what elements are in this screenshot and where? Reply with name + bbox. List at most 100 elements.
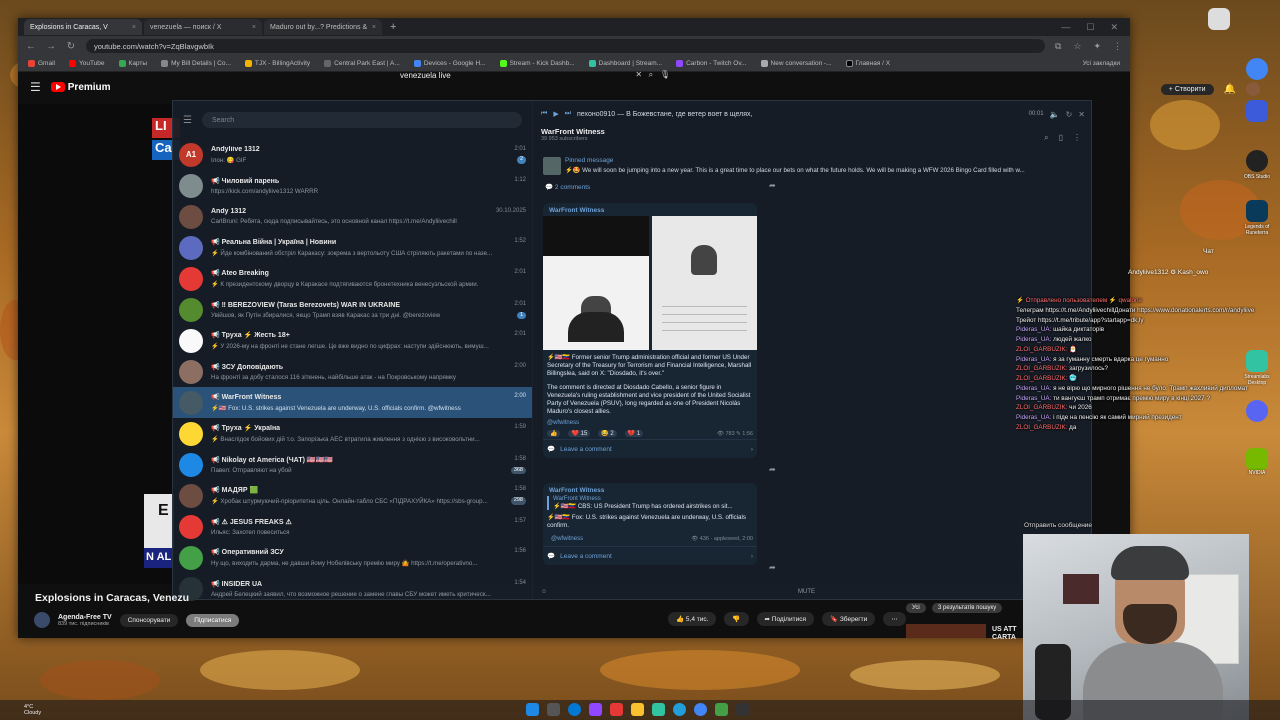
channel-info[interactable]: Agenda-Free TV 839 тис. підписників <box>58 614 112 627</box>
desktop-file-icon[interactable] <box>1208 8 1230 30</box>
next-track-icon[interactable]: ⏭ <box>565 110 571 118</box>
hamburger-menu-icon[interactable]: ☰ <box>30 80 41 94</box>
reaction-chip[interactable]: 👍 <box>547 430 561 438</box>
explorer-icon[interactable] <box>631 703 644 716</box>
related-title[interactable]: US ATT CARTA <box>992 626 1017 641</box>
comments-link[interactable]: 💬 2 comments <box>545 183 745 191</box>
bookmark-carbon[interactable]: Carbon - Twitch Ov... <box>676 60 747 67</box>
bookmark-conversation[interactable]: New conversation -... <box>760 60 832 67</box>
chat-list-item[interactable]: 📢 Чиловий парень 1:12 https://kick.com/and… <box>173 170 532 201</box>
clear-search-icon[interactable]: ✕ ⌕ 🎙 <box>635 70 670 80</box>
chat-list-item[interactable]: A1 Andyliive 1312 2:01 Ілон: 😋 GIF 2 <box>173 139 532 170</box>
reload-icon[interactable]: ↻ <box>66 41 76 52</box>
previous-track-icon[interactable]: ⏮ <box>541 110 547 118</box>
chip-all[interactable]: Усі <box>906 603 926 613</box>
dislike-button[interactable]: 👎 <box>724 612 749 626</box>
back-icon[interactable]: ← <box>26 41 36 52</box>
leave-comment-button[interactable]: 💬 Leave a comment › <box>543 546 757 565</box>
telegram-icon[interactable] <box>673 703 686 716</box>
reaction-chip[interactable]: ❤️ 15 <box>568 430 591 438</box>
more-actions-button[interactable]: ⋯ <box>883 612 906 626</box>
forward-icon[interactable]: ➦ <box>769 465 776 474</box>
start-icon[interactable] <box>526 703 539 716</box>
discord-icon[interactable] <box>1246 400 1268 422</box>
close-window-icon[interactable]: ✕ <box>1110 22 1118 33</box>
post-photo[interactable] <box>651 216 757 350</box>
edge-icon[interactable] <box>568 703 581 716</box>
tab-x-search[interactable]: venezuela — поиск / X × <box>144 19 262 35</box>
post-photo[interactable] <box>543 216 649 350</box>
reply-quote[interactable]: WarFront Witness ⚡🇺🇸🇻🇪 CBS: US President… <box>547 496 753 510</box>
channel-header[interactable]: WarFront Witness 39 953 subscribers <box>535 127 1091 149</box>
volume-icon[interactable]: 🔈 <box>1050 110 1060 119</box>
obs-icon[interactable] <box>736 703 749 716</box>
cast-icon[interactable]: ⧉ <box>1055 41 1061 52</box>
all-bookmarks[interactable]: Усі закладки <box>1083 60 1120 67</box>
chat-list-item[interactable]: 📢 Ateo Breaking 2:01 ⚡ К президентскому дв… <box>173 263 532 294</box>
streamlabs-icon[interactable] <box>1246 350 1268 372</box>
app-icon[interactable] <box>1246 100 1268 122</box>
bookmark-streamlabs[interactable]: Dashboard | Stream... <box>588 60 662 67</box>
youtube-search-input[interactable]: venezuela live ✕ ⌕ 🎙 <box>400 67 670 83</box>
chat-list-item[interactable]: 📢 Труха ⚡ Україна 1:59 ⚡ Внаслідок бойових… <box>173 418 532 449</box>
like-button[interactable]: 👍 5,4 тис. <box>668 612 717 626</box>
bookmark-devices[interactable]: Devices - Google H... <box>413 60 486 67</box>
chrome-icon[interactable] <box>1246 58 1268 80</box>
reaction-chip[interactable]: 💔 1 <box>624 430 644 438</box>
post-photos[interactable] <box>543 216 757 350</box>
search-icon[interactable] <box>547 703 560 716</box>
create-button[interactable]: + Створити <box>1160 83 1214 95</box>
bookmark-youtube[interactable]: YouTube <box>68 60 105 67</box>
bookmark-x[interactable]: Главная / X <box>845 60 890 67</box>
new-tab-button[interactable]: + <box>384 21 402 33</box>
close-icon[interactable]: × <box>132 24 136 31</box>
tab-youtube[interactable]: Explosions in Caracas, V × <box>24 19 142 35</box>
repeat-icon[interactable]: ↻ <box>1066 110 1073 119</box>
close-icon[interactable]: × <box>372 24 376 31</box>
share-button[interactable]: ➦ Поділитися <box>756 612 814 626</box>
chat-list-item[interactable]: 📢 Nikolay ot America (ЧАТ) 🇺🇸🇺🇸🇺🇸 1:58 Пав… <box>173 449 532 480</box>
chat-list-item[interactable]: 📢 Труха ⚡ Жесть 18+ 2:01 ⚡ У 2026-му на фр… <box>173 325 532 356</box>
star-icon[interactable]: ☆ <box>1073 41 1081 52</box>
forward-icon[interactable]: ➦ <box>769 563 776 572</box>
hamburger-menu-icon[interactable]: ☰ <box>183 115 192 126</box>
related-thumbnail[interactable] <box>906 624 986 638</box>
chat-list-item[interactable]: 📢 WarFront Witness 2:00 ⚡🇺🇸 Fox: U.S. stri… <box>173 387 532 418</box>
chat-list-item[interactable]: 📢 МАДЯР 🟩 1:58 ⚡ Хробак штурмуючий-пріорит… <box>173 480 532 511</box>
chat-list-item[interactable]: 📢 Оперативний ЗСУ 1:56 Ну що, виходить дар… <box>173 542 532 573</box>
leave-comment-button[interactable]: 💬 Leave a comment › <box>543 439 757 458</box>
subscribe-button[interactable]: Підписатися <box>186 613 240 627</box>
telegram-search-input[interactable]: Search <box>201 112 522 128</box>
app-icon[interactable] <box>589 703 602 716</box>
chat-list-item[interactable]: 📢 Реальна Війна | Україна | Новини 1:52 ⚡ … <box>173 232 532 263</box>
forward-icon[interactable]: ➦ <box>769 181 776 190</box>
maximize-icon[interactable]: ☐ <box>1086 22 1094 33</box>
chat-list-item[interactable]: Andy 1312 30.10.2025 CarlBruni: Ребята, сю… <box>173 201 532 232</box>
close-icon[interactable]: ✕ <box>1078 110 1085 119</box>
close-icon[interactable]: × <box>252 24 256 31</box>
address-bar[interactable]: youtube.com/watch?v=ZqBlavgwbIk <box>86 39 1045 53</box>
streamlabs-icon[interactable] <box>652 703 665 716</box>
chat-list-item[interactable]: 📢 INSIDER UA 1:54 Андрей Белецкий заявил, … <box>173 573 532 604</box>
channel-avatar[interactable] <box>34 612 50 628</box>
play-icon[interactable]: ▶ <box>553 110 558 118</box>
forward-icon[interactable]: → <box>46 41 56 52</box>
app-icon[interactable] <box>610 703 623 716</box>
bookmark-central-park[interactable]: Central Park East | A... <box>324 60 400 67</box>
extension-icon[interactable]: ✦ <box>1093 41 1101 52</box>
pinned-message[interactable]: Pinned message ⚡🤩 We will soon be jumpin… <box>535 157 1091 181</box>
attach-icon[interactable]: ☺ <box>541 589 547 595</box>
nvidia-icon[interactable] <box>1246 448 1268 470</box>
youtube-logo[interactable]: Premium <box>50 82 111 93</box>
bookmark-gmail[interactable]: Gmail <box>28 60 55 67</box>
search-icon[interactable]: ⌕ <box>1044 133 1048 143</box>
bookmark-bill[interactable]: My Bill Details | Co... <box>161 60 231 67</box>
post-link[interactable]: @wfwitness <box>547 534 587 544</box>
mute-button[interactable]: MUTE <box>798 589 815 595</box>
chat-list-item[interactable]: 📢 ⚠ JESUS FREAKS ⚠ 1:57 Ильяс: Захотел пов… <box>173 511 532 542</box>
post-link[interactable]: @wfwitness <box>543 418 757 428</box>
runeterra-icon[interactable] <box>1246 200 1268 222</box>
bookmark-tjx[interactable]: TJX - BillingActivity <box>244 60 310 67</box>
minimize-icon[interactable]: — <box>1061 22 1070 33</box>
notifications-bell-icon[interactable]: 🔔 <box>1224 84 1236 95</box>
